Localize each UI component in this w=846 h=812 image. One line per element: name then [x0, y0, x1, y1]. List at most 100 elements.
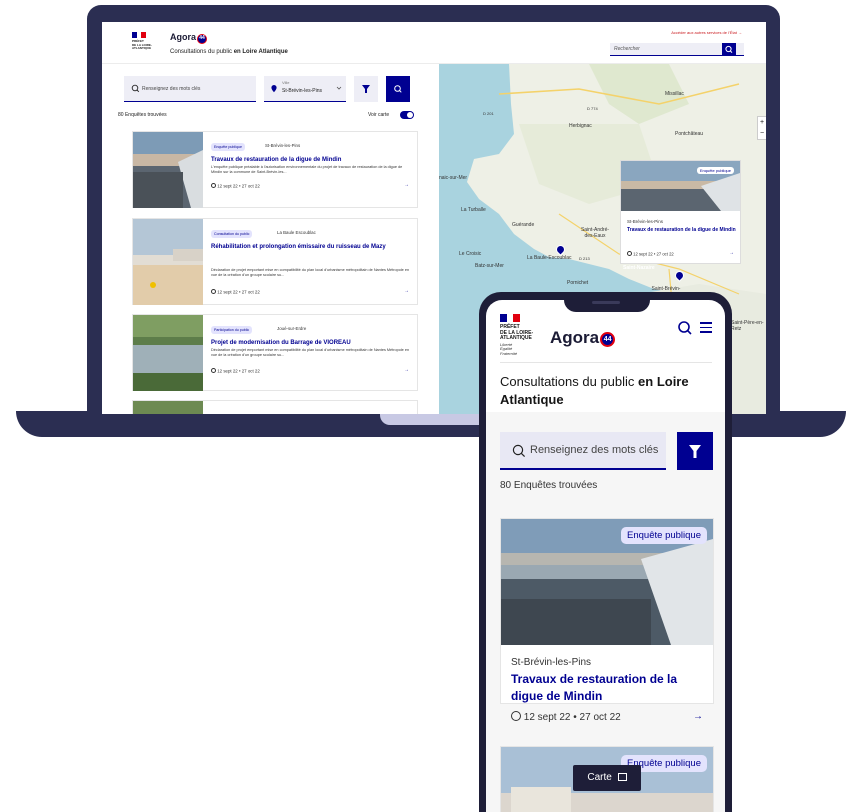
results-count: 80 Enquêtes trouvées [500, 480, 598, 491]
filter-bar: Renseignez des mots clés Ville St-Brévin… [124, 76, 410, 102]
other-services-link[interactable]: Accéder aux autres services de l'État → [671, 30, 742, 35]
clock-icon [211, 289, 216, 294]
brand-badge: 44 [197, 34, 208, 44]
map-place-label: Pontchâteau [675, 131, 704, 137]
map-place-label: La Turballe [461, 207, 486, 213]
card-description: L'enquête publique préalable à l'autoris… [211, 165, 403, 175]
logo-line: ATLANTIQUE [132, 46, 152, 50]
card-title: Travaux de restauration de la digue de M… [627, 227, 736, 233]
map-road-label: D 774 [587, 106, 598, 111]
search-icon [725, 45, 733, 53]
map-place-label: Guérande [512, 222, 535, 228]
city-label: Ville [282, 80, 290, 85]
card-dates-text: 12 sept 22 • 27 oct 22 [217, 368, 260, 374]
map-zoom-controls[interactable]: + − [757, 116, 766, 140]
arrow-right-icon: → [404, 288, 409, 294]
map-toggle-switch[interactable] [400, 111, 414, 119]
consultation-card[interactable]: Consultation du public La Baule Escoubla… [132, 218, 418, 305]
keyword-input[interactable]: Renseignez des mots clés [500, 432, 666, 470]
map-place-label: Missillac [665, 91, 684, 97]
card-place: La Baule Escoublac [277, 230, 316, 235]
card-tag: Enquête publique [211, 143, 245, 151]
card-dates: 12 sept 22 • 27 oct 22 [627, 251, 674, 257]
menu-icon[interactable] [700, 322, 712, 336]
city-value: St-Brévin-les-Pins [282, 88, 323, 94]
card-dates-text: 12 sept 22 • 27 oct 22 [523, 712, 621, 723]
header-divider [500, 362, 712, 363]
keyword-placeholder: Renseignez des mots clés [530, 444, 659, 456]
funnel-icon [362, 85, 370, 93]
card-dates: 12 sept 22 • 27 oct 22 [211, 368, 260, 374]
map-place-label: Saint-Nazaire [623, 265, 655, 271]
site-tagline: Consultations du public en Loire Atlanti… [500, 373, 712, 409]
brand-text: Agora [550, 328, 600, 347]
card-dates: 12 sept 22 • 27 oct 22 [211, 183, 260, 189]
card-tag: Enquête publique [621, 527, 707, 544]
filter-button[interactable] [677, 432, 713, 470]
card-title: Travaux de restauration de la digue de M… [511, 672, 678, 703]
map-road-label: D 213 [579, 256, 590, 261]
map-place-label: Batz-sur-Mer [475, 263, 504, 269]
card-photo [133, 401, 203, 414]
tagline-prefix: Consultations du public [500, 374, 639, 389]
card-photo [133, 219, 203, 305]
card-title: Projet de modernisation du Barrage de VI… [211, 340, 351, 346]
arrow-right-icon: → [729, 250, 734, 256]
card-dates-text: 12 sept 22 • 27 oct 22 [217, 289, 260, 295]
flag-icon [500, 314, 521, 322]
card-description: Déclaration de projet emportant mise en … [211, 348, 410, 358]
card-dates: 12 sept 22 • 27 oct 22 [211, 289, 260, 295]
keyword-placeholder: Renseignez des mots clés [142, 86, 201, 92]
arrow-right-icon: → [404, 367, 409, 373]
map-place-label: La Baule-Escoublac [527, 255, 572, 261]
map-place-label: Saint-André-des-Eaux [580, 227, 610, 239]
card-dates-text: 12 sept 22 • 27 oct 22 [217, 183, 260, 189]
city-select[interactable]: Ville St-Brévin-les-Pins [264, 76, 346, 102]
card-tag: Participation du public [211, 326, 253, 334]
keyword-input[interactable]: Renseignez des mots clés [124, 76, 256, 102]
tagline-bold: en Loire Atlantique [233, 49, 288, 55]
search-placeholder: Rechercher [614, 46, 640, 52]
search-icon [394, 85, 402, 93]
consultation-card[interactable]: Participation du public Joué-sur-Erdre P… [132, 314, 418, 391]
search-icon[interactable] [677, 320, 693, 336]
map-popup-card[interactable]: Enquête publique St-Brévin-les-Pins Trav… [620, 160, 741, 264]
filter-button[interactable] [354, 76, 378, 102]
chevron-down-icon [336, 86, 342, 90]
card-title: Travaux de restauration de la digue de M… [211, 157, 342, 163]
consultation-card[interactable]: Enquête publique St-Brévin-les-Pins Trav… [500, 518, 714, 723]
flag-icon [132, 32, 147, 38]
brand-badge: 44 [600, 332, 616, 347]
search-submit-button[interactable] [386, 76, 410, 102]
card-place: St-Brévin-les-Pins [265, 143, 301, 148]
card-tag: Consultation du public [211, 230, 253, 238]
prefecture-logo[interactable]: PRÉFET DE LA LOIRE- ATLANTIQUE Liberté É… [500, 314, 533, 357]
card-photo [133, 132, 203, 208]
prefecture-logo[interactable]: PRÉFET DE LA LOIRE- ATLANTIQUE [132, 32, 152, 51]
brand-name[interactable]: Agora 44 [170, 32, 208, 44]
motto-line: Fraternité [500, 350, 518, 356]
map-view-button[interactable]: Carte [573, 765, 641, 791]
map-road-label: D 201 [483, 111, 494, 116]
card-dates: 12 sept 22 • 27 oct 22 [511, 711, 621, 723]
clock-icon [627, 251, 632, 256]
clock-icon [211, 368, 216, 373]
header-search-button[interactable] [722, 43, 736, 56]
card-place: St-Brévin-les-Pins [511, 657, 592, 668]
mockup-stage: PRÉFET DE LA LOIRE- ATLANTIQUE Agora 44 C… [0, 0, 846, 812]
card-place: Joué-sur-Erdre [277, 326, 307, 331]
desktop-header: PRÉFET DE LA LOIRE- ATLANTIQUE Agora 44 C… [102, 22, 766, 64]
mobile-screen: PRÉFET DE LA LOIRE- ATLANTIQUE Liberté É… [486, 300, 725, 812]
arrow-right-icon: → [693, 711, 703, 722]
phone-notch [564, 292, 650, 312]
tagline-prefix: Consultations du public [170, 49, 234, 55]
results-count: 80 Enquêtes trouvées [118, 112, 167, 118]
consultation-card[interactable] [132, 400, 418, 414]
arrow-right-icon: → [404, 182, 409, 188]
brand-name[interactable]: Agora 44 [550, 328, 616, 348]
consultation-card[interactable]: Enquête publique St-Brévin-les-Pins Trav… [132, 131, 418, 208]
search-icon [512, 444, 526, 458]
map-place-label: Herbignac [569, 123, 592, 129]
card-photo [133, 315, 203, 391]
map-toggle-label: Voir carte [368, 112, 390, 118]
